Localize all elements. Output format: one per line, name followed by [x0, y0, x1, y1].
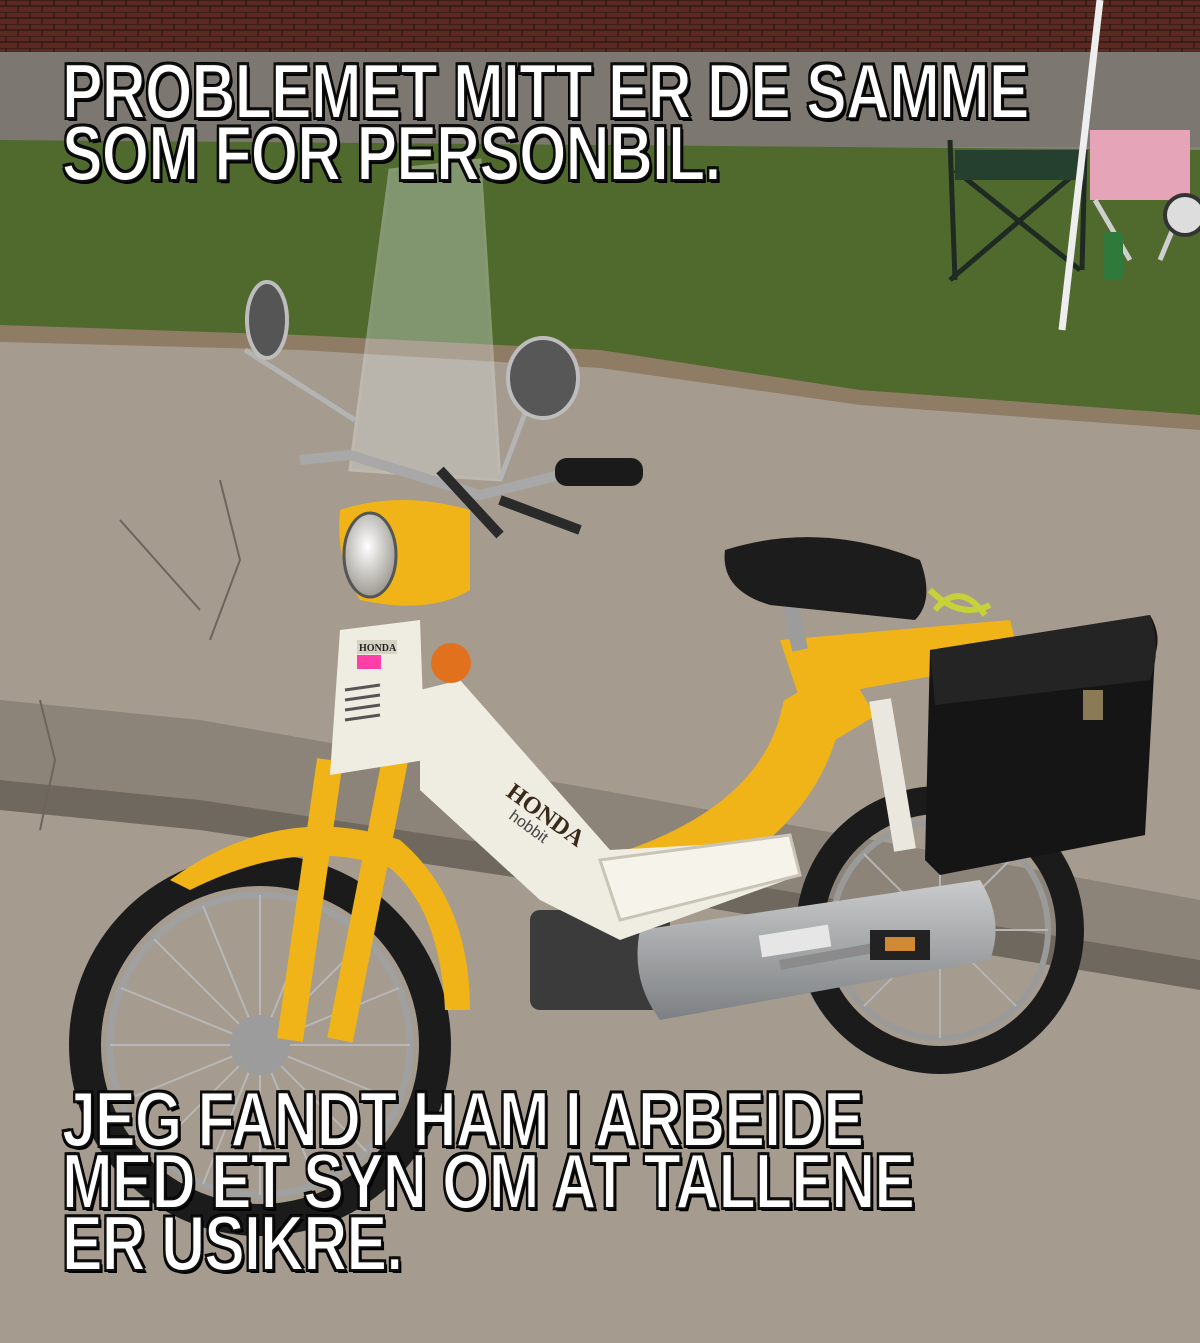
brick-wall — [0, 0, 1200, 52]
bottom-caption: JEG FANDT HAM I ARBEIDE MED ET SYN OM AT… — [61, 1079, 916, 1283]
soda-bottle — [1103, 232, 1123, 280]
pink-sticker — [357, 655, 381, 669]
headlamp-lens — [342, 511, 398, 599]
right-mirror — [506, 336, 580, 420]
top-caption: PROBLEMET MITT ER DE SAMME SOM FOR PERSO… — [61, 51, 1030, 193]
left-mirror — [245, 280, 289, 360]
orange-reflector — [431, 643, 471, 683]
right-grip — [555, 458, 643, 486]
honda-badge-text: HONDA — [359, 643, 397, 654]
saddlebag-latch — [1083, 690, 1103, 720]
